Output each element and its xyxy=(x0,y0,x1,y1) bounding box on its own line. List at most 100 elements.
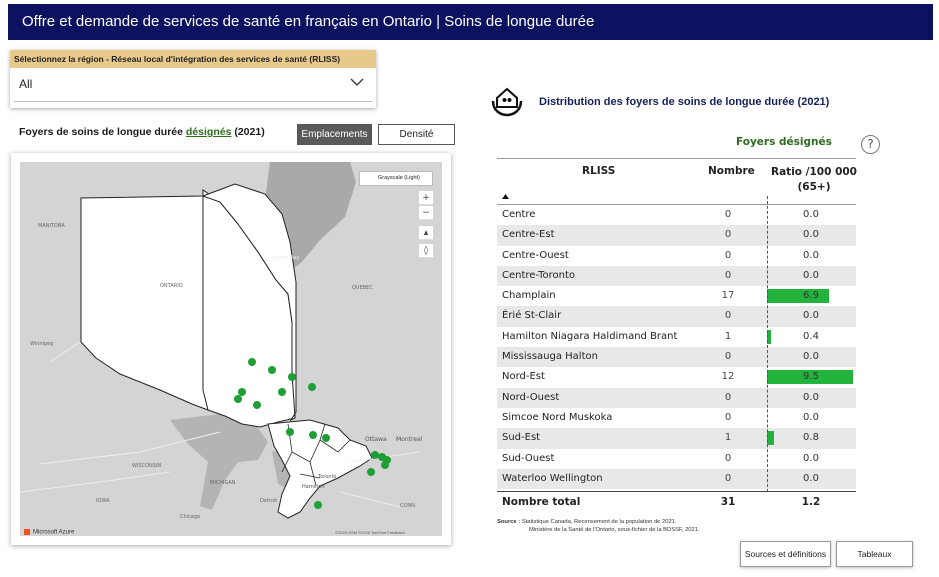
map-attribution[interactable]: ©2025 OSM ©2025 TomTom Feedback xyxy=(335,530,405,535)
map-label: Winnipeg xyxy=(30,341,53,347)
emplacements-toggle-button[interactable]: Emplacements xyxy=(297,124,372,145)
sort-ascending-icon[interactable] xyxy=(502,194,509,199)
tilt-icon[interactable]: ▴ xyxy=(419,226,433,240)
densite-toggle-button[interactable]: Densité xyxy=(378,124,455,145)
page-title: Offre et demande de services de santé en… xyxy=(22,13,595,30)
foyer-location-marker[interactable] xyxy=(371,451,379,459)
nombre-cell: 1 xyxy=(724,330,732,342)
foyer-location-marker[interactable] xyxy=(278,388,286,396)
foyer-location-marker[interactable] xyxy=(288,373,296,381)
region-dropdown-value: All xyxy=(19,77,33,91)
foyer-location-marker[interactable] xyxy=(314,501,322,509)
rliss-cell: Sud-Est xyxy=(502,432,541,444)
tableaux-button[interactable]: Tableaux xyxy=(836,541,913,567)
table-row[interactable]: Centre 0 0.0 xyxy=(497,205,856,225)
map-label: MICHIGAN xyxy=(210,480,236,486)
table-row[interactable]: Sud-Est 1 0.8 xyxy=(497,428,856,449)
ratio-value: 0.0 xyxy=(803,229,819,241)
rliss-cell: Centre-Est xyxy=(502,229,555,241)
help-icon[interactable]: ? xyxy=(861,135,880,154)
table-body: Centre 0 0.0 Centre-Est 0 0.0 Centre-Ouest 0 0.0… xyxy=(497,205,856,490)
foyer-location-marker[interactable] xyxy=(234,395,242,403)
foyer-location-marker[interactable] xyxy=(268,366,276,374)
ratio-value: 0.0 xyxy=(803,452,819,464)
rliss-cell: Nord-Est xyxy=(502,371,545,383)
table-row[interactable]: Simcoe Nord Muskoka 0 0.0 xyxy=(497,408,856,428)
map-style-label: Grayscale (Light) xyxy=(378,175,420,181)
table-row[interactable]: Hamilton Niagara Haldimand Brant 1 0.4 xyxy=(497,327,856,347)
ratio-cell: 0.0 xyxy=(767,388,855,408)
foyer-location-marker[interactable] xyxy=(238,388,246,396)
nombre-cell: 0 xyxy=(724,391,732,403)
ontario-map[interactable]: MANITOBA ONTARIO James Bay QUEBEC Winnip… xyxy=(20,162,442,536)
ratio-cell: 6.9 xyxy=(767,286,855,306)
map-label: QUEBEC xyxy=(352,285,373,291)
foyer-location-marker[interactable] xyxy=(309,431,317,439)
zoom-in-icon[interactable]: + xyxy=(419,191,433,205)
nombre-cell: 0 xyxy=(724,411,732,423)
total-label: Nombre total xyxy=(502,496,581,508)
nombre-cell: 0 xyxy=(724,351,732,363)
table-row[interactable]: Mississauga Halton 0 0.0 xyxy=(497,347,856,368)
total-ratio: 1.2 xyxy=(801,496,821,508)
nombre-cell: 0 xyxy=(724,310,732,322)
ratio-cell: 0.4 xyxy=(767,327,855,347)
nombre-cell: 0 xyxy=(724,209,732,220)
map-label: Detroit xyxy=(260,498,277,504)
foyer-location-marker[interactable] xyxy=(286,428,294,436)
nombre-cell: 1 xyxy=(724,432,732,444)
map-section-title: Foyers de soins de longue durée désignés… xyxy=(19,126,265,138)
foyer-location-marker[interactable] xyxy=(381,461,389,469)
ratio-value: 0.0 xyxy=(803,209,819,220)
ratio-cell: 0.0 xyxy=(767,246,855,266)
table-row[interactable]: Érié St-Clair 0 0.0 xyxy=(497,306,856,327)
ratio-cell: 0.0 xyxy=(767,469,855,489)
zoom-out-icon[interactable]: − xyxy=(419,206,433,220)
foyer-location-marker[interactable] xyxy=(248,358,256,366)
region-dropdown[interactable]: All xyxy=(14,70,372,102)
ratio-cell: 0.0 xyxy=(767,449,855,469)
foyer-location-marker[interactable] xyxy=(253,401,261,409)
table-row[interactable]: Champlain 17 6.9 xyxy=(497,286,856,306)
map-title-suffix: (2021) xyxy=(234,126,265,138)
table-row[interactable]: Centre-Ouest 0 0.0 xyxy=(497,246,856,266)
table-row[interactable]: Nord-Ouest 0 0.0 xyxy=(497,387,856,408)
nombre-cell: 0 xyxy=(724,249,732,261)
source-note: Source : Statistique Canada, Recensement… xyxy=(497,518,700,534)
compass-icon[interactable]: ◊ xyxy=(419,244,433,258)
table-row[interactable]: Waterloo Wellington 0 0.0 xyxy=(497,468,856,490)
chevron-down-icon xyxy=(350,78,364,86)
map-label: WISCONSIN xyxy=(132,463,161,469)
ratio-cell: 0.0 xyxy=(767,306,855,326)
ratio-value: 0.0 xyxy=(803,391,819,403)
ratio-cell: 0.8 xyxy=(767,428,855,448)
table-row[interactable]: Centre-Est 0 0.0 xyxy=(497,225,856,246)
map-label: James Bay xyxy=(272,255,299,261)
table-header-row: RLISS Nombre Ratio /100 000 (65+) xyxy=(497,159,857,204)
table-row[interactable]: Centre-Toronto 0 0.0 xyxy=(497,265,856,287)
map-style-selector[interactable]: Grayscale (Light) xyxy=(359,171,433,186)
rliss-cell: Centre-Toronto xyxy=(502,269,576,281)
ratio-value: 0.0 xyxy=(803,310,819,322)
column-header-ratio[interactable]: Ratio /100 000 (65+) xyxy=(771,165,857,195)
nombre-cell: 0 xyxy=(724,229,732,241)
nombre-cell: 0 xyxy=(724,452,732,464)
map-visual: MANITOBA ONTARIO James Bay QUEBEC Winnip… xyxy=(11,153,451,545)
nombre-cell: 0 xyxy=(724,269,732,281)
foyer-location-marker[interactable] xyxy=(308,383,316,391)
bar-baseline xyxy=(767,196,768,492)
foyer-location-marker[interactable] xyxy=(322,434,330,442)
map-brand-logo: Microsoft Azure xyxy=(24,529,74,536)
foyer-location-marker[interactable] xyxy=(367,468,375,476)
total-nombre: 31 xyxy=(720,496,736,508)
table-row[interactable]: Nord-Est 12 9.5 xyxy=(497,367,856,387)
map-title-link[interactable]: désignés xyxy=(186,126,232,138)
table-row[interactable]: Sud-Ouest 0 0.0 xyxy=(497,449,856,469)
column-header-rliss[interactable]: RLISS xyxy=(582,165,615,177)
nombre-cell: 17 xyxy=(721,290,735,302)
ratio-value: 0.0 xyxy=(803,249,819,261)
sources-definitions-button[interactable]: Sources et définitions xyxy=(740,541,831,567)
ratio-value: 0.0 xyxy=(803,351,819,363)
page-header: Offre et demande de services de santé en… xyxy=(8,4,933,40)
column-header-nombre[interactable]: Nombre xyxy=(708,165,755,177)
